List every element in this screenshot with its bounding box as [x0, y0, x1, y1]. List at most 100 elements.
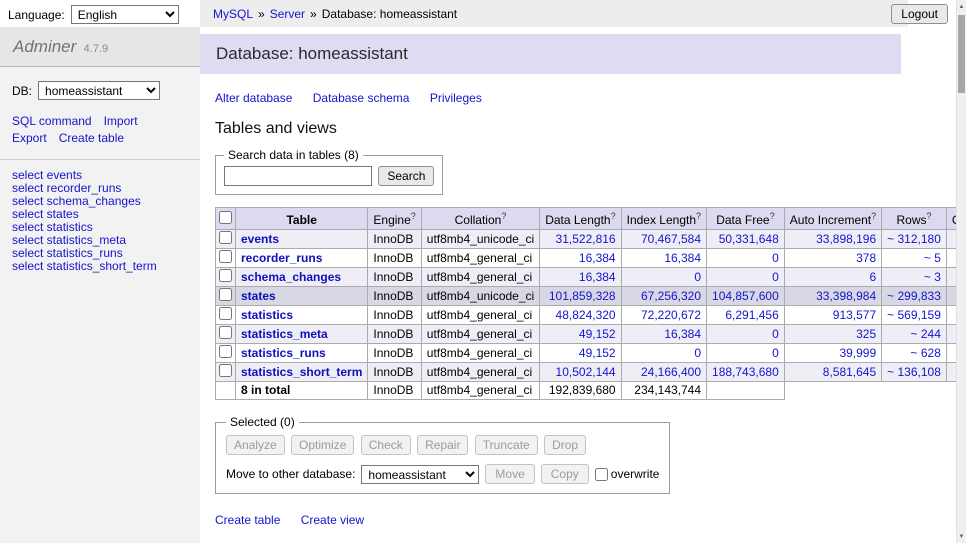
app-version: 4.7.9: [84, 43, 108, 55]
sidebar-link-import[interactable]: Import: [104, 114, 138, 128]
sidebar-item-select-statistics-short-term[interactable]: select statistics_short_term: [12, 260, 188, 273]
create-table-link[interactable]: Create table: [215, 513, 280, 527]
data-length-link[interactable]: 16,384: [579, 270, 616, 284]
rows-count-link[interactable]: ~ 3: [924, 270, 941, 284]
app-header: Adminer 4.7.9: [0, 27, 200, 67]
table-name-link[interactable]: statistics_short_term: [241, 365, 362, 379]
data-free-link[interactable]: 0: [772, 251, 779, 265]
data-free-link[interactable]: 6,291,456: [725, 308, 778, 322]
comment-cell: [946, 249, 956, 268]
move-button[interactable]: Move: [485, 464, 534, 484]
sidebar-link-sql-command[interactable]: SQL command: [12, 114, 92, 128]
scroll-up-icon[interactable]: ▲: [957, 0, 966, 13]
optimize-button[interactable]: Optimize: [291, 435, 354, 455]
row-checkbox[interactable]: [219, 288, 232, 301]
truncate-button[interactable]: Truncate: [475, 435, 538, 455]
database-schema-link[interactable]: Database schema: [313, 91, 410, 105]
search-input[interactable]: [224, 166, 372, 186]
data-length-link[interactable]: 49,152: [579, 327, 616, 341]
data-length-link[interactable]: 16,384: [579, 251, 616, 265]
data-free-link[interactable]: 50,331,648: [719, 232, 779, 246]
data-length-link[interactable]: 49,152: [579, 346, 616, 360]
overwrite-checkbox[interactable]: [595, 468, 608, 481]
search-fieldset: Search data in tables (8) Search: [215, 148, 443, 195]
db-label: DB:: [12, 84, 32, 98]
privileges-link[interactable]: Privileges: [430, 91, 482, 105]
auto-increment-link[interactable]: 33,898,196: [816, 232, 876, 246]
drop-button[interactable]: Drop: [544, 435, 586, 455]
index-length-link[interactable]: 0: [694, 346, 701, 360]
rows-count-link[interactable]: ~ 299,833: [887, 289, 941, 303]
scroll-down-icon[interactable]: ▼: [957, 530, 966, 543]
row-checkbox[interactable]: [219, 345, 232, 358]
check-button[interactable]: Check: [361, 435, 411, 455]
row-checkbox[interactable]: [219, 364, 232, 377]
repair-button[interactable]: Repair: [417, 435, 468, 455]
table-row-statistics: statistics InnoDB utf8mb4_general_ci 48,…: [216, 306, 957, 325]
auto-increment-link[interactable]: 39,999: [839, 346, 876, 360]
data-length-link[interactable]: 101,859,328: [549, 289, 616, 303]
auto-increment-link[interactable]: 378: [856, 251, 876, 265]
index-length-link[interactable]: 0: [694, 270, 701, 284]
row-checkbox[interactable]: [219, 326, 232, 339]
rows-count-link[interactable]: ~ 136,108: [887, 365, 941, 379]
col-header-table: Table: [236, 208, 368, 230]
data-length-link[interactable]: 48,824,320: [556, 308, 616, 322]
index-length-link[interactable]: 67,256,320: [641, 289, 701, 303]
rows-count-link[interactable]: ~ 5: [924, 251, 941, 265]
rows-count-link[interactable]: ~ 628: [911, 346, 941, 360]
language-select[interactable]: English: [71, 5, 179, 24]
table-name-link[interactable]: states: [241, 289, 276, 303]
data-free-link[interactable]: 0: [772, 327, 779, 341]
table-name-link[interactable]: statistics_meta: [241, 327, 328, 341]
auto-increment-link[interactable]: 325: [856, 327, 876, 341]
row-checkbox[interactable]: [219, 231, 232, 244]
index-length-link[interactable]: 16,384: [664, 251, 701, 265]
data-length-link[interactable]: 10,502,144: [556, 365, 616, 379]
rows-count-link[interactable]: ~ 312,180: [887, 232, 941, 246]
alter-database-link[interactable]: Alter database: [215, 91, 292, 105]
row-checkbox[interactable]: [219, 250, 232, 263]
row-checkbox[interactable]: [219, 269, 232, 282]
data-free-link[interactable]: 188,743,680: [712, 365, 779, 379]
data-free-link[interactable]: 104,857,600: [712, 289, 779, 303]
index-length-link[interactable]: 24,166,400: [641, 365, 701, 379]
auto-increment-link[interactable]: 913,577: [833, 308, 876, 322]
rows-count-link[interactable]: ~ 244: [911, 327, 941, 341]
index-length-link[interactable]: 72,220,672: [641, 308, 701, 322]
table-name-link[interactable]: schema_changes: [241, 270, 341, 284]
table-name-link[interactable]: statistics_runs: [241, 346, 326, 360]
copy-button[interactable]: Copy: [541, 464, 589, 484]
table-name-link[interactable]: events: [241, 232, 279, 246]
index-length-link[interactable]: 16,384: [664, 327, 701, 341]
row-checkbox[interactable]: [219, 307, 232, 320]
data-free-link[interactable]: 0: [772, 346, 779, 360]
move-db-select[interactable]: homeassistant: [361, 465, 479, 484]
table-name-link[interactable]: recorder_runs: [241, 251, 322, 265]
search-button[interactable]: Search: [378, 166, 434, 186]
table-row-schema-changes: schema_changes InnoDB utf8mb4_general_ci…: [216, 268, 957, 287]
scrollbar-thumb[interactable]: [958, 15, 965, 93]
auto-increment-link[interactable]: 6: [869, 270, 876, 284]
data-free-link[interactable]: 0: [772, 270, 779, 284]
sidebar-table-list: select events select recorder_runs selec…: [0, 160, 200, 282]
analyze-button[interactable]: Analyze: [226, 435, 285, 455]
total-blank: [784, 382, 956, 400]
breadcrumb-link-server[interactable]: Server: [270, 7, 305, 21]
auto-increment-link[interactable]: 8,581,645: [823, 365, 876, 379]
data-length-link[interactable]: 31,522,816: [556, 232, 616, 246]
select-all-checkbox[interactable]: [219, 211, 232, 224]
auto-increment-link[interactable]: 33,398,984: [816, 289, 876, 303]
sidebar-link-export[interactable]: Export: [12, 131, 47, 145]
sidebar-link-create-table[interactable]: Create table: [59, 131, 124, 145]
logout-button[interactable]: Logout: [891, 4, 948, 24]
breadcrumb-link-mysql[interactable]: MySQL: [213, 7, 253, 21]
collation-cell: utf8mb4_general_ci: [421, 306, 539, 325]
table-name-link[interactable]: statistics: [241, 308, 293, 322]
index-length-link[interactable]: 70,467,584: [641, 232, 701, 246]
create-view-link[interactable]: Create view: [301, 513, 364, 527]
db-select[interactable]: homeassistant: [38, 81, 160, 100]
vertical-scrollbar[interactable]: ▲ ▼: [956, 0, 966, 543]
total-label: 8 in total: [236, 382, 368, 400]
rows-count-link[interactable]: ~ 569,159: [887, 308, 941, 322]
